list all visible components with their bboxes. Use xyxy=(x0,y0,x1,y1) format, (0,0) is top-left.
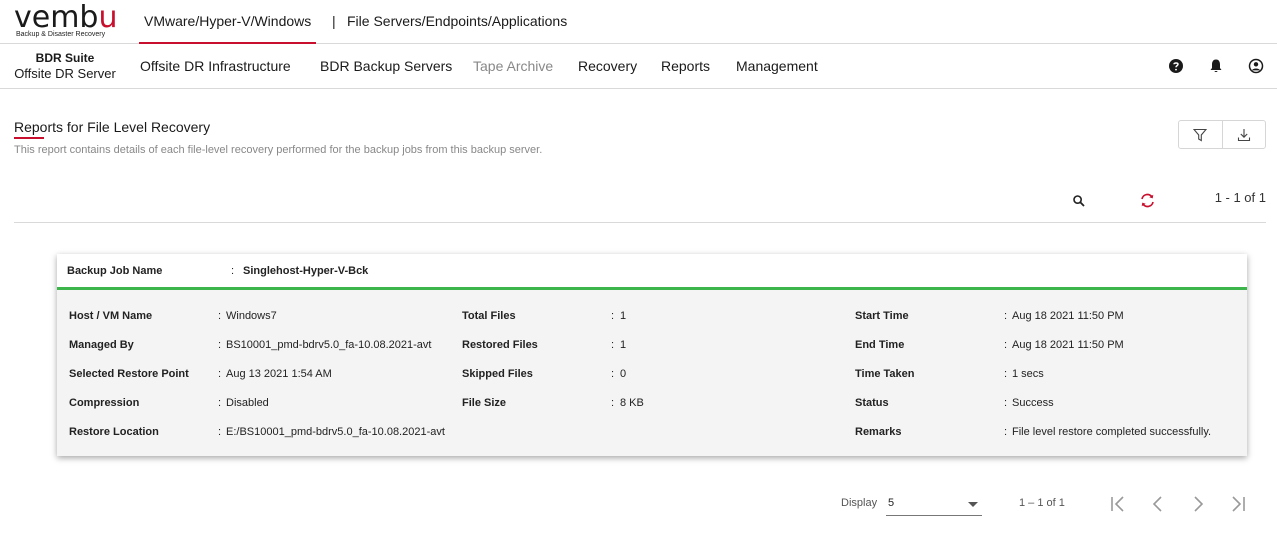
product-brand: BDR Suite Offsite DR Server xyxy=(14,51,116,82)
top-page-count: 1 - 1 of 1 xyxy=(1214,190,1266,205)
nav-management[interactable]: Management xyxy=(736,44,818,89)
bottom-page-range: 1 – 1 of 1 xyxy=(1019,497,1065,509)
restored-files-value: 1 xyxy=(620,339,627,351)
separator: : xyxy=(218,397,222,409)
restore-location-label: Restore Location xyxy=(69,426,159,438)
end-time-value: Aug 18 2021 11:50 PM xyxy=(1012,339,1124,351)
download-button[interactable] xyxy=(1221,121,1265,148)
host-vm-name-value: Windows7 xyxy=(226,310,277,322)
chevron-down-icon xyxy=(968,502,978,507)
skipped-files-label: Skipped Files xyxy=(462,368,533,380)
managed-by-label: Managed By xyxy=(69,339,134,351)
end-time-label: End Time xyxy=(855,339,905,351)
total-files-value: 1 xyxy=(620,310,627,322)
last-page-icon[interactable] xyxy=(1228,494,1248,514)
separator: : xyxy=(611,339,615,351)
host-vm-name-label: Host / VM Name xyxy=(69,310,153,322)
top-tab-separator: | xyxy=(332,13,336,29)
tab-file-servers-endpoints[interactable]: File Servers/Endpoints/Applications xyxy=(347,0,567,44)
compression-value: Disabled xyxy=(226,397,269,409)
remarks-label: Remarks xyxy=(855,426,902,438)
backup-job-name-label: Backup Job Name xyxy=(67,265,163,277)
next-page-icon[interactable] xyxy=(1188,494,1208,514)
restored-files-label: Restored Files xyxy=(462,339,538,351)
remarks-value: File level restore completed successfull… xyxy=(1012,426,1212,438)
top-bar: vembu Backup & Disaster Recovery VMware/… xyxy=(0,0,1277,44)
report-toolbar xyxy=(1178,120,1266,149)
separator: : xyxy=(611,397,615,409)
separator: : xyxy=(218,426,222,438)
report-card: Backup Job Name : Singlehost-Hyper-V-Bck… xyxy=(57,254,1247,456)
first-page-icon[interactable] xyxy=(1108,494,1128,514)
separator: : xyxy=(218,368,222,380)
brand-server: Offsite DR Server xyxy=(14,66,116,81)
separator: : xyxy=(1004,397,1008,409)
time-taken-label: Time Taken xyxy=(855,368,915,380)
nav-bdr-backup-servers[interactable]: BDR Backup Servers xyxy=(320,44,452,89)
start-time-label: Start Time xyxy=(855,310,909,322)
nav-reports[interactable]: Reports xyxy=(661,44,710,89)
download-icon xyxy=(1237,128,1251,141)
restore-location-value: E:/BS10001_pmd-bdrv5.0_fa-10.08.2021-avt xyxy=(226,426,445,438)
separator: : xyxy=(1004,368,1008,380)
filter-button[interactable] xyxy=(1179,121,1222,148)
help-icon[interactable] xyxy=(1168,58,1184,74)
backup-job-name-value: Singlehost-Hyper-V-Bck xyxy=(243,265,369,277)
separator: : xyxy=(1004,339,1008,351)
display-label: Display xyxy=(841,497,878,509)
selected-restore-point-value: Aug 13 2021 1:54 AM xyxy=(226,368,332,380)
brand-suite: BDR Suite xyxy=(35,51,95,65)
prev-page-icon[interactable] xyxy=(1148,494,1168,514)
separator: : xyxy=(231,265,235,277)
nav-recovery[interactable]: Recovery xyxy=(578,44,637,89)
user-icon[interactable] xyxy=(1248,58,1264,74)
separator: : xyxy=(611,368,615,380)
separator: : xyxy=(611,310,615,322)
title-underline xyxy=(14,137,44,139)
page-size-select[interactable]: 5 xyxy=(886,494,982,516)
separator: : xyxy=(218,339,222,351)
time-taken-value: 1 secs xyxy=(1012,368,1044,380)
header-divider xyxy=(14,222,1266,223)
status-value: Success xyxy=(1012,397,1054,409)
card-header: Backup Job Name : Singlehost-Hyper-V-Bck xyxy=(57,254,1247,290)
total-files-label: Total Files xyxy=(462,310,516,322)
file-size-value: 8 KB xyxy=(620,397,644,409)
start-time-value: Aug 18 2021 11:50 PM xyxy=(1012,310,1124,322)
logo-tagline: Backup & Disaster Recovery xyxy=(16,31,106,38)
status-label: Status xyxy=(855,397,889,409)
selected-restore-point-label: Selected Restore Point xyxy=(69,368,189,380)
page-size-value: 5 xyxy=(888,497,895,509)
main-nav: BDR Suite Offsite DR Server Offsite DR I… xyxy=(0,44,1277,89)
nav-tape-archive[interactable]: Tape Archive xyxy=(473,44,553,89)
filter-icon xyxy=(1193,128,1208,141)
bell-icon[interactable] xyxy=(1208,58,1224,74)
search-icon[interactable] xyxy=(1072,194,1086,208)
separator: : xyxy=(218,310,222,322)
managed-by-value: BS10001_pmd-bdrv5.0_fa-10.08.2021-avt xyxy=(226,339,432,351)
page-description: This report contains details of each fil… xyxy=(14,144,543,156)
separator: : xyxy=(1004,426,1008,438)
tab-vmware-hyperv-windows[interactable]: VMware/Hyper-V/Windows xyxy=(139,0,317,44)
skipped-files-value: 0 xyxy=(620,368,627,380)
refresh-icon[interactable] xyxy=(1139,192,1156,209)
separator: : xyxy=(1004,310,1008,322)
logo-word: vembu xyxy=(14,0,118,35)
compression-label: Compression xyxy=(69,397,140,409)
file-size-label: File Size xyxy=(462,397,507,409)
nav-offsite-dr-infrastructure[interactable]: Offsite DR Infrastructure xyxy=(140,44,291,89)
page-title: Reports for File Level Recovery xyxy=(14,119,211,135)
vembu-logo[interactable]: vembu Backup & Disaster Recovery xyxy=(14,0,124,40)
